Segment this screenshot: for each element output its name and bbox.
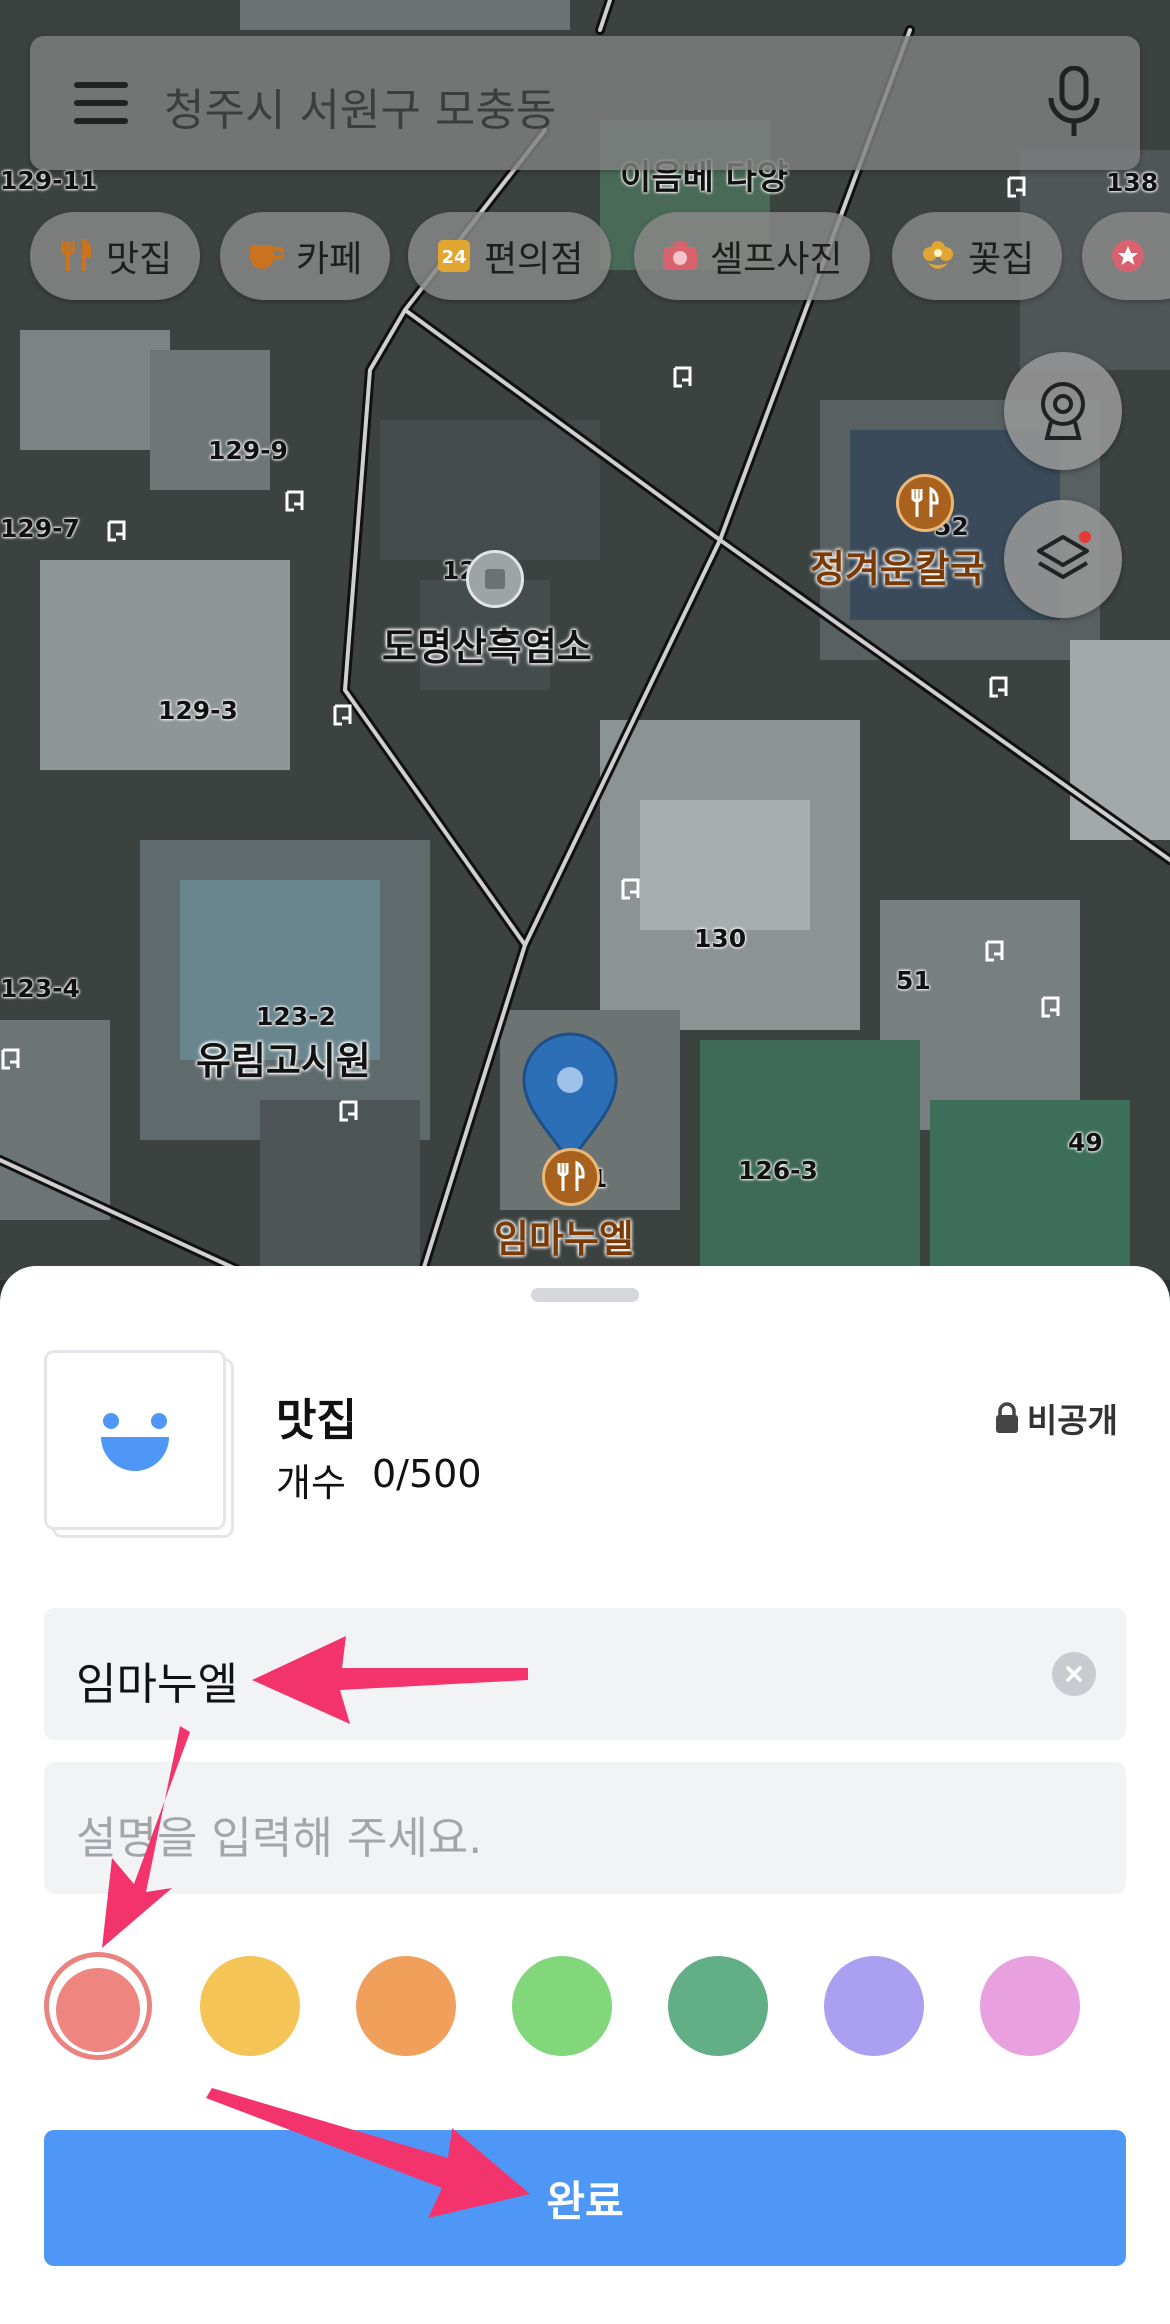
lot-number: 129-7 xyxy=(0,514,80,543)
chip-label: 꽃집 xyxy=(968,239,1035,280)
name-field[interactable]: 임마누엘 xyxy=(44,1608,1126,1740)
lot-number: 123-2 xyxy=(256,1002,336,1031)
place-label[interactable]: 정겨운칼국 xyxy=(810,538,985,593)
lot-number: 51 xyxy=(896,966,931,995)
lot-number: 129-3 xyxy=(158,696,238,725)
color-swatch-yellow[interactable] xyxy=(200,1956,300,2056)
chip-restaurant[interactable]: 맛집 xyxy=(30,212,201,300)
color-swatch-pink[interactable] xyxy=(980,1956,1080,2056)
search-bar[interactable]: 청주시 서원구 모충동 xyxy=(30,36,1140,170)
entrance-icon xyxy=(333,704,352,726)
lot-number: 138 xyxy=(1106,168,1159,197)
color-swatch-teal[interactable] xyxy=(668,1956,768,2056)
restaurant-poi-icon[interactable] xyxy=(896,474,954,532)
entrance-icon xyxy=(985,940,1004,962)
search-input[interactable]: 청주시 서원구 모충동 xyxy=(164,74,556,138)
chip-cafe[interactable]: 카페 xyxy=(220,212,391,300)
list-title: 맛집 xyxy=(276,1395,357,1446)
lot-number: 126-3 xyxy=(738,1156,818,1185)
entrance-icon xyxy=(339,1100,358,1122)
chip-convenience-store[interactable]: 24 편의점 xyxy=(408,212,612,300)
color-swatch-red[interactable] xyxy=(56,1968,140,2052)
color-swatch-purple[interactable] xyxy=(824,1956,924,2056)
entrance-icon xyxy=(989,676,1008,698)
chip-label: 카페 xyxy=(296,239,363,280)
coffee-cup-icon xyxy=(248,238,284,274)
clear-icon[interactable] xyxy=(1052,1652,1096,1696)
star-icon xyxy=(1110,238,1146,274)
privacy-label: 비공개 xyxy=(1026,1401,1118,1440)
bottom-sheet: 맛집 개수 0/500 비공개 임마누엘 설명을 입력해 주세요. 완료 xyxy=(0,1266,1170,2324)
lot-number: 130 xyxy=(694,924,747,953)
cctv-button[interactable] xyxy=(1004,352,1122,470)
camera-icon xyxy=(662,238,698,274)
map-layers-button[interactable] xyxy=(1004,500,1122,618)
privacy-toggle[interactable]: 비공개 xyxy=(995,1394,1118,1442)
category-chips: 맛집 카페 24 편의점 셀프사진 꽃집 xyxy=(30,212,1170,302)
name-value: 임마누엘 xyxy=(76,1659,238,1710)
fork-knife-icon xyxy=(58,238,94,274)
cctv-icon xyxy=(1041,382,1085,440)
lot-number: 129-9 xyxy=(208,436,288,465)
chip-label: 편의점 xyxy=(484,239,584,280)
selected-place-label[interactable]: 임마누엘 xyxy=(494,1208,634,1263)
entrance-icon xyxy=(107,520,126,542)
place-label[interactable]: 유림고시원 xyxy=(196,1030,371,1085)
lock-icon xyxy=(995,1402,1018,1433)
microphone-icon[interactable] xyxy=(1046,66,1102,138)
smiley-icon xyxy=(101,1413,169,1471)
menu-icon[interactable] xyxy=(74,80,128,126)
entrance-icon xyxy=(1,1048,20,1070)
entrance-icon xyxy=(621,878,640,900)
place-label[interactable]: 도명산흑염소 xyxy=(382,616,592,671)
chip-label: 셀프사진 xyxy=(710,239,843,280)
restaurant-poi-icon[interactable] xyxy=(542,1148,600,1206)
convenience-store-24-icon: 24 xyxy=(436,238,472,274)
done-button[interactable]: 완료 xyxy=(44,2130,1126,2266)
place-poi-icon[interactable] xyxy=(466,550,524,608)
list-thumbnail xyxy=(44,1350,236,1540)
lot-number: 123-4 xyxy=(0,974,80,1003)
entrance-icon xyxy=(1041,996,1060,1018)
color-swatch-orange[interactable] xyxy=(356,1956,456,2056)
entrance-icon xyxy=(1007,176,1026,198)
color-swatch-green[interactable] xyxy=(512,1956,612,2056)
chip-self-photo[interactable]: 셀프사진 xyxy=(634,212,871,300)
drag-handle[interactable] xyxy=(531,1288,639,1302)
count-label: 개수 xyxy=(276,1461,346,1505)
layers-icon xyxy=(1037,531,1091,579)
lot-number: 129-11 xyxy=(0,166,98,195)
svg-text:24: 24 xyxy=(441,247,466,268)
description-field[interactable]: 설명을 입력해 주세요. xyxy=(44,1762,1126,1894)
chip-more[interactable] xyxy=(1082,212,1170,300)
entrance-icon xyxy=(673,366,692,388)
map-view[interactable]: 129-11 138 129-9 129-7 129-3 123-4 123-2… xyxy=(0,0,1170,1280)
entrance-icon xyxy=(285,490,304,512)
flower-icon xyxy=(920,238,956,274)
count-value: 0/500 xyxy=(372,1452,482,1496)
chip-label: 맛집 xyxy=(106,239,173,280)
chip-flower-shop[interactable]: 꽃집 xyxy=(892,212,1063,300)
lot-number: 49 xyxy=(1068,1128,1103,1157)
description-placeholder: 설명을 입력해 주세요. xyxy=(76,1813,483,1864)
